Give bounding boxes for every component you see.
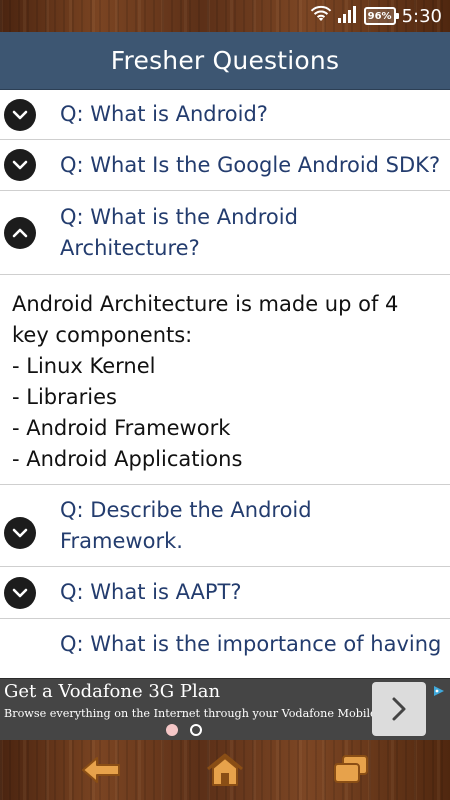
question-item-aapt[interactable]: Q: What is AAPT? (0, 567, 450, 619)
bottom-nav (0, 740, 450, 800)
status-bar: 96% 5:30 (0, 0, 450, 32)
answer-line: - Libraries (12, 385, 117, 409)
chevron-down-icon[interactable] (4, 577, 36, 609)
ad-title[interactable]: Get a Vodafone 3G Plan (4, 681, 220, 702)
chevron-down-icon[interactable] (4, 517, 36, 549)
answer-android-architecture: Android Architecture is made up of 4 key… (0, 275, 450, 485)
question-text[interactable]: Q: What is Android? (60, 99, 276, 130)
title-bar: Fresher Questions (0, 32, 450, 90)
home-button[interactable] (202, 748, 248, 792)
question-item-android-framework[interactable]: Q: Describe the Android Framework. (0, 485, 450, 567)
question-list[interactable]: Q: What is Android? Q: What Is the Googl… (0, 90, 450, 678)
question-text[interactable]: Q: Describe the Android Framework. (60, 495, 360, 557)
question-item-importance[interactable]: Q: What is the importance of having (0, 619, 450, 678)
question-text[interactable]: Q: What is the Android Architecture? (60, 202, 320, 264)
page-title: Fresher Questions (110, 46, 340, 75)
chevron-down-icon[interactable] (4, 149, 36, 181)
recent-apps-icon (334, 755, 368, 783)
adchoices-icon[interactable] (432, 682, 446, 696)
chevron-right-icon (392, 697, 406, 721)
battery-icon: 96% (363, 7, 399, 25)
question-item-android-architecture[interactable]: Q: What is the Android Architecture? (0, 191, 450, 275)
question-text[interactable]: Q: What is AAPT? (60, 577, 250, 608)
question-item-what-is-android[interactable]: Q: What is Android? (0, 90, 450, 140)
status-icons: 96% 5:30 (310, 4, 442, 28)
answer-line: - Android Applications (12, 447, 243, 471)
chevron-up-icon[interactable] (4, 217, 36, 249)
pager-dot-active[interactable] (166, 724, 178, 736)
question-text[interactable]: Q: What is the importance of having (60, 629, 449, 660)
battery-level: 96% (367, 10, 392, 22)
pager-dot[interactable] (190, 724, 202, 736)
answer-line: - Linux Kernel (12, 354, 156, 378)
status-time: 5:30 (401, 5, 442, 27)
ad-banner[interactable]: Get a Vodafone 3G Plan Browse everything… (0, 678, 450, 740)
signal-icon (337, 5, 358, 27)
wifi-icon (310, 5, 332, 27)
chevron-down-icon[interactable] (4, 99, 36, 131)
back-button[interactable] (78, 748, 124, 792)
question-item-android-sdk[interactable]: Q: What Is the Google Android SDK? (0, 140, 450, 191)
question-text[interactable]: Q: What Is the Google Android SDK? (60, 150, 448, 181)
recent-apps-button[interactable] (328, 748, 374, 792)
ad-description[interactable]: Browse everything on the Internet throug… (4, 707, 419, 720)
answer-line: - Android Framework (12, 416, 231, 440)
back-arrow-icon (82, 757, 120, 783)
home-icon (207, 753, 243, 786)
ad-pager (166, 724, 202, 736)
ad-open-button[interactable] (372, 682, 426, 736)
answer-line: Android Architecture is made up of 4 key… (12, 292, 399, 347)
